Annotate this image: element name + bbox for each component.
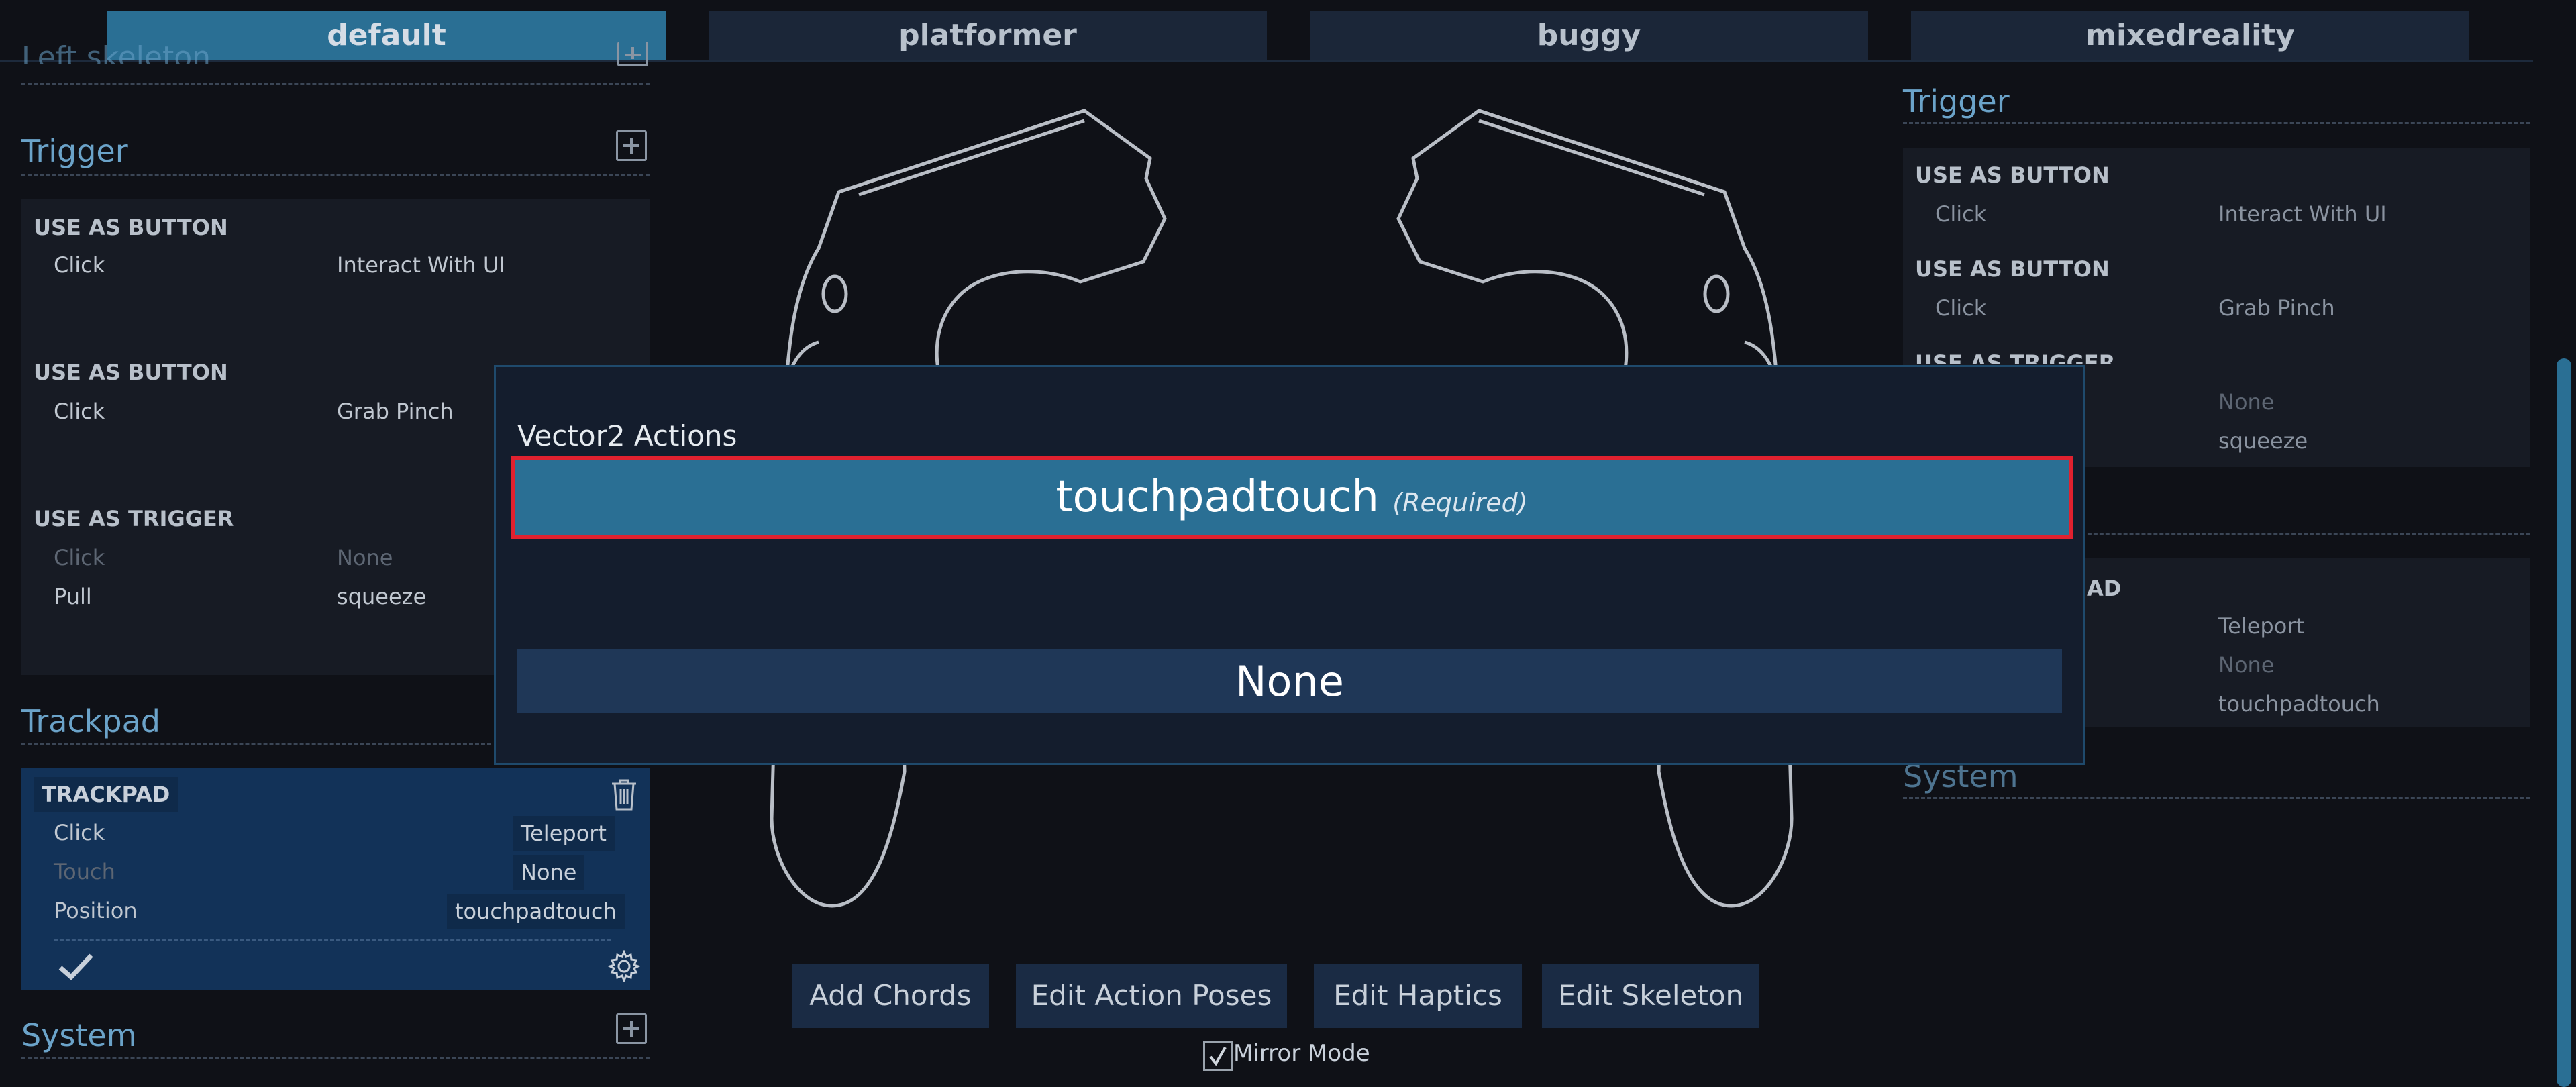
divider: [21, 83, 650, 85]
action-label[interactable]: None: [2218, 389, 2274, 415]
tab-platformer[interactable]: platformer: [709, 11, 1267, 60]
group-header: USE AS TRIGGER: [34, 506, 234, 531]
trigger-section-title: Trigger: [1903, 83, 2010, 119]
divider: [21, 743, 491, 745]
gear-icon[interactable]: [608, 950, 640, 982]
check-icon[interactable]: [58, 951, 94, 981]
add-system-plus-icon[interactable]: [616, 1013, 647, 1044]
action-pill[interactable]: None: [513, 855, 585, 890]
mirror-mode-checkbox[interactable]: [1203, 1041, 1233, 1071]
tab-buggy[interactable]: buggy: [1310, 11, 1868, 60]
divider: [1903, 797, 2530, 799]
divider: [21, 174, 650, 176]
action-label[interactable]: squeeze: [2218, 428, 2308, 454]
add-trigger-plus-icon[interactable]: [616, 130, 647, 161]
option-required-note: (Required): [1392, 488, 1528, 517]
group-header: USE AS BUTTON: [34, 360, 228, 385]
trash-icon[interactable]: [609, 777, 639, 812]
input-label: Click: [54, 545, 105, 570]
input-label: Click: [54, 399, 105, 424]
option-name: touchpadtouch: [1055, 472, 1379, 522]
edit-skeleton-button[interactable]: Edit Skeleton: [1542, 964, 1759, 1028]
group-header: USE AS BUTTON: [1915, 256, 2110, 282]
input-label: Click: [54, 252, 105, 278]
tab-divider: [0, 60, 2533, 62]
mirror-mode-label: Mirror Mode: [1233, 1040, 1370, 1067]
group-header: USE AS BUTTON: [34, 215, 228, 240]
option-touchpadtouch[interactable]: touchpadtouch (Required): [511, 456, 2073, 539]
action-label[interactable]: Teleport: [2218, 613, 2304, 639]
input-label: Click: [1935, 295, 1987, 321]
option-name: None: [1235, 657, 1344, 706]
divider: [2081, 533, 2530, 535]
left-skeleton-title: Left skeleton: [21, 40, 211, 64]
group-header: USE AS BUTTON: [1915, 162, 2110, 188]
action-label[interactable]: Interact With UI: [2218, 201, 2387, 227]
trigger-section-title: Trigger: [21, 133, 128, 169]
input-label: Touch: [54, 859, 115, 884]
divider: [1903, 122, 2530, 124]
group-header-fragment: AD: [2087, 576, 2122, 601]
input-label: Click: [54, 820, 105, 845]
input-label: Click: [1935, 201, 1987, 227]
input-label: Pull: [54, 584, 92, 609]
action-label[interactable]: touchpadtouch: [2218, 691, 2380, 717]
action-label[interactable]: None: [337, 545, 393, 570]
scrollbar[interactable]: [2557, 358, 2571, 1087]
action-pill[interactable]: touchpadtouch: [447, 894, 625, 929]
edit-action-poses-button[interactable]: Edit Action Poses: [1016, 964, 1287, 1028]
plus-icon[interactable]: [617, 42, 648, 66]
trackpad-card-header: TRACKPAD: [34, 777, 178, 812]
tab-mixedreality[interactable]: mixedreality: [1911, 11, 2469, 60]
group-header: USE AS TRIGGER: [1915, 350, 2116, 364]
input-label: Position: [54, 898, 138, 923]
divider: [21, 1057, 650, 1059]
checkbox-icon: [1209, 1046, 1227, 1066]
option-none[interactable]: None: [517, 649, 2062, 713]
action-label[interactable]: Grab Pinch: [337, 399, 454, 424]
trackpad-section-title: Trackpad: [21, 703, 160, 739]
action-label[interactable]: None: [2218, 652, 2274, 678]
divider: [54, 939, 611, 941]
action-label[interactable]: squeeze: [337, 584, 426, 609]
option-label: touchpadtouch (Required): [515, 472, 2069, 522]
vector2-actions-dialog: Vector2 Actions touchpadtouch (Required)…: [494, 365, 2085, 765]
system-section-title: System: [21, 1017, 137, 1053]
action-label[interactable]: Grab Pinch: [2218, 295, 2335, 321]
dialog-title: Vector2 Actions: [517, 419, 737, 452]
action-pill[interactable]: Teleport: [513, 816, 615, 851]
action-label[interactable]: Interact With UI: [337, 252, 505, 278]
edit-haptics-button[interactable]: Edit Haptics: [1314, 964, 1522, 1028]
add-chords-button[interactable]: Add Chords: [792, 964, 989, 1028]
